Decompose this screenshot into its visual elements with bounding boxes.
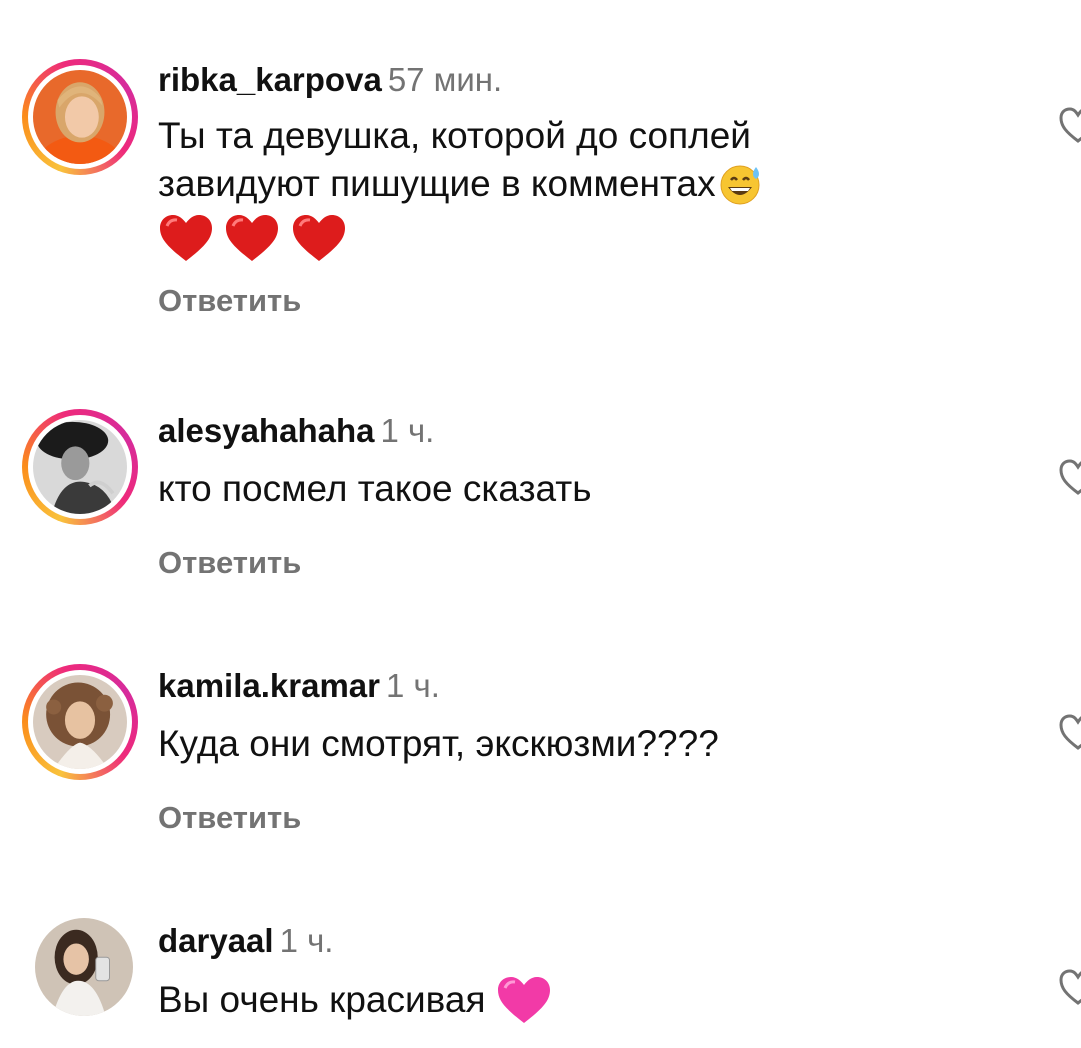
heart-outline-icon[interactable] [1058,968,1081,1008]
comment-item: daryaal 1 ч. Вы очень красивая [0,0,1081,1048]
username[interactable]: daryaal [158,922,274,959]
comment-text: Вы очень красивая [158,975,918,1029]
avatar-photo [35,918,133,1016]
avatar[interactable] [35,918,133,1016]
timestamp: 1 ч. [279,922,334,959]
comment-header: daryaal 1 ч. [158,921,333,961]
pink-heart-emoji [496,975,552,1029]
